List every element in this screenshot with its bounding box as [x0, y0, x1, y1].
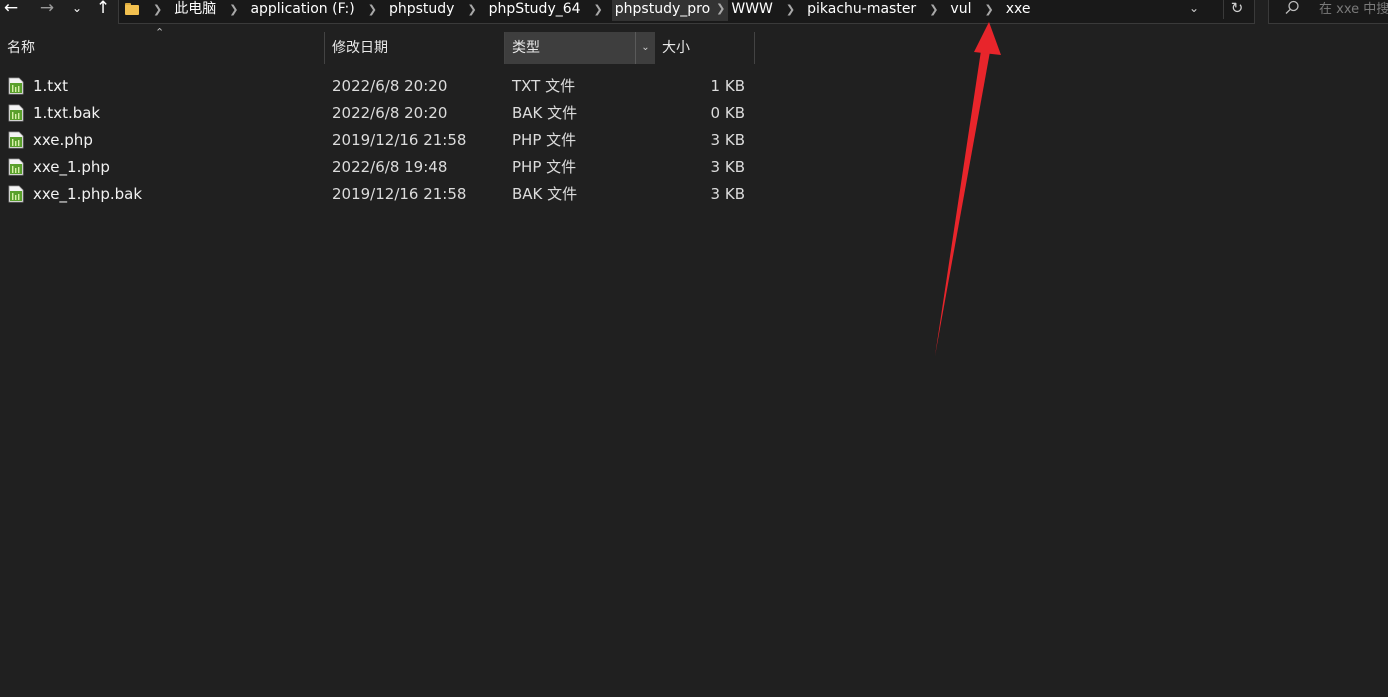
address-bar[interactable]: ❯ 此电脑 ❯ application (F:) ❯ phpstudy ❯ ph… — [118, 0, 1255, 24]
chevron-right-icon[interactable]: ❯ — [143, 3, 171, 16]
file-row[interactable]: 1.txt 2022/6/8 20:20 TXT 文件 1 KB — [0, 73, 760, 100]
refresh-icon: ↻ — [1230, 0, 1244, 17]
file-size: 1 KB — [710, 77, 745, 95]
file-type: BAK 文件 — [512, 104, 578, 122]
column-header-type-label: 类型 — [512, 40, 540, 56]
chevron-down-icon: ⌄ — [641, 42, 650, 53]
file-name: xxe_1.php — [33, 158, 110, 176]
breadcrumb-item-phpstudy-64[interactable]: phpStudy_64 — [486, 0, 584, 21]
refresh-button[interactable]: ↻ — [1226, 0, 1248, 20]
breadcrumb-item-phpstudy[interactable]: phpstudy — [386, 0, 457, 21]
column-header-size-label: 大小 — [662, 40, 690, 56]
text-file-icon — [8, 185, 24, 203]
address-divider — [1223, 0, 1224, 19]
file-size: 3 KB — [710, 185, 745, 203]
folder-icon — [125, 3, 139, 15]
breadcrumb-item-vul[interactable]: vul — [947, 0, 974, 21]
file-date: 2022/6/8 20:20 — [332, 77, 448, 95]
file-name: 1.txt.bak — [33, 104, 101, 122]
back-button[interactable]: ← — [0, 0, 22, 20]
column-filter-dropdown[interactable]: ⌄ — [635, 32, 655, 64]
file-type: PHP 文件 — [512, 131, 577, 149]
recent-locations-button[interactable]: ⌄ — [66, 0, 88, 20]
column-header-date[interactable]: 修改日期 — [325, 32, 504, 64]
text-file-icon — [8, 131, 24, 149]
file-date: 2019/12/16 21:58 — [332, 131, 467, 149]
column-header-size[interactable]: 大小 — [655, 32, 754, 64]
file-size: 3 KB — [710, 158, 745, 176]
column-divider[interactable] — [754, 32, 755, 64]
arrow-up-icon: ↑ — [95, 0, 111, 18]
file-date: 2022/6/8 20:20 — [332, 104, 448, 122]
column-header-type[interactable]: 类型 — [505, 32, 655, 64]
file-row[interactable]: 1.txt.bak 2022/6/8 20:20 BAK 文件 0 KB — [0, 100, 760, 127]
file-row[interactable]: xxe_1.php 2022/6/8 19:48 PHP 文件 3 KB — [0, 154, 760, 181]
file-list: 1.txt 2022/6/8 20:20 TXT 文件 1 KB 1.txt.b… — [0, 73, 760, 208]
breadcrumb-item-pikachu-master[interactable]: pikachu-master — [804, 0, 919, 21]
file-size: 0 KB — [710, 104, 745, 122]
chevron-right-icon[interactable]: ❯ — [919, 3, 947, 16]
file-type: BAK 文件 — [512, 185, 578, 203]
chevron-right-icon[interactable]: ❯ — [219, 3, 247, 16]
file-date: 2022/6/8 19:48 — [332, 158, 448, 176]
breadcrumb-item-phpstudy-pro[interactable]: phpstudy_pro — [611, 0, 714, 21]
file-row[interactable]: xxe.php 2019/12/16 21:58 PHP 文件 3 KB — [0, 127, 760, 154]
arrow-right-icon: → — [39, 0, 55, 18]
text-file-icon — [8, 104, 24, 122]
chevron-down-icon: ⌄ — [71, 1, 83, 15]
file-name: xxe.php — [33, 131, 93, 149]
arrow-left-icon: ← — [3, 0, 19, 18]
file-name: 1.txt — [33, 77, 68, 95]
search-box[interactable] — [1268, 0, 1388, 24]
text-file-icon — [8, 158, 24, 176]
chevron-right-icon[interactable]: ❯ — [713, 0, 729, 21]
address-history-dropdown[interactable]: ⌄ — [1184, 0, 1204, 20]
breadcrumb-item-xxe[interactable]: xxe — [1003, 0, 1034, 21]
breadcrumb: ❯ 此电脑 ❯ application (F:) ❯ phpstudy ❯ ph… — [119, 0, 1033, 23]
column-header-name-label: 名称 — [7, 40, 35, 56]
column-header-row: 名称 ⌃ 修改日期 类型 ⌄ 大小 — [0, 26, 760, 64]
file-type: PHP 文件 — [512, 158, 577, 176]
up-button[interactable]: ↑ — [92, 0, 114, 20]
chevron-right-icon[interactable]: ❯ — [358, 3, 386, 16]
search-input[interactable] — [1319, 0, 1388, 23]
text-file-icon — [8, 77, 24, 95]
breadcrumb-item-www[interactable]: WWW — [728, 0, 776, 21]
chevron-down-icon: ⌄ — [1188, 1, 1200, 15]
chevron-right-icon[interactable]: ❯ — [457, 3, 485, 16]
file-type: TXT 文件 — [512, 77, 576, 95]
breadcrumb-item-this-pc[interactable]: 此电脑 — [171, 0, 219, 21]
search-icon — [1285, 0, 1299, 14]
forward-button[interactable]: → — [36, 0, 58, 20]
breadcrumb-item-application-drive[interactable]: application (F:) — [247, 0, 357, 21]
sort-ascending-icon: ⌃ — [155, 26, 165, 39]
file-row[interactable]: xxe_1.php.bak 2019/12/16 21:58 BAK 文件 3 … — [0, 181, 760, 208]
chevron-right-icon[interactable]: ❯ — [584, 3, 612, 16]
navigation-bar: ← → ⌄ ↑ ❯ 此电脑 ❯ application (F:) ❯ phpst… — [0, 0, 1388, 26]
file-date: 2019/12/16 21:58 — [332, 185, 467, 203]
file-name: xxe_1.php.bak — [33, 185, 143, 203]
column-header-date-label: 修改日期 — [332, 40, 388, 56]
chevron-right-icon[interactable]: ❯ — [974, 3, 1002, 16]
file-size: 3 KB — [710, 131, 745, 149]
chevron-right-icon[interactable]: ❯ — [776, 3, 804, 16]
